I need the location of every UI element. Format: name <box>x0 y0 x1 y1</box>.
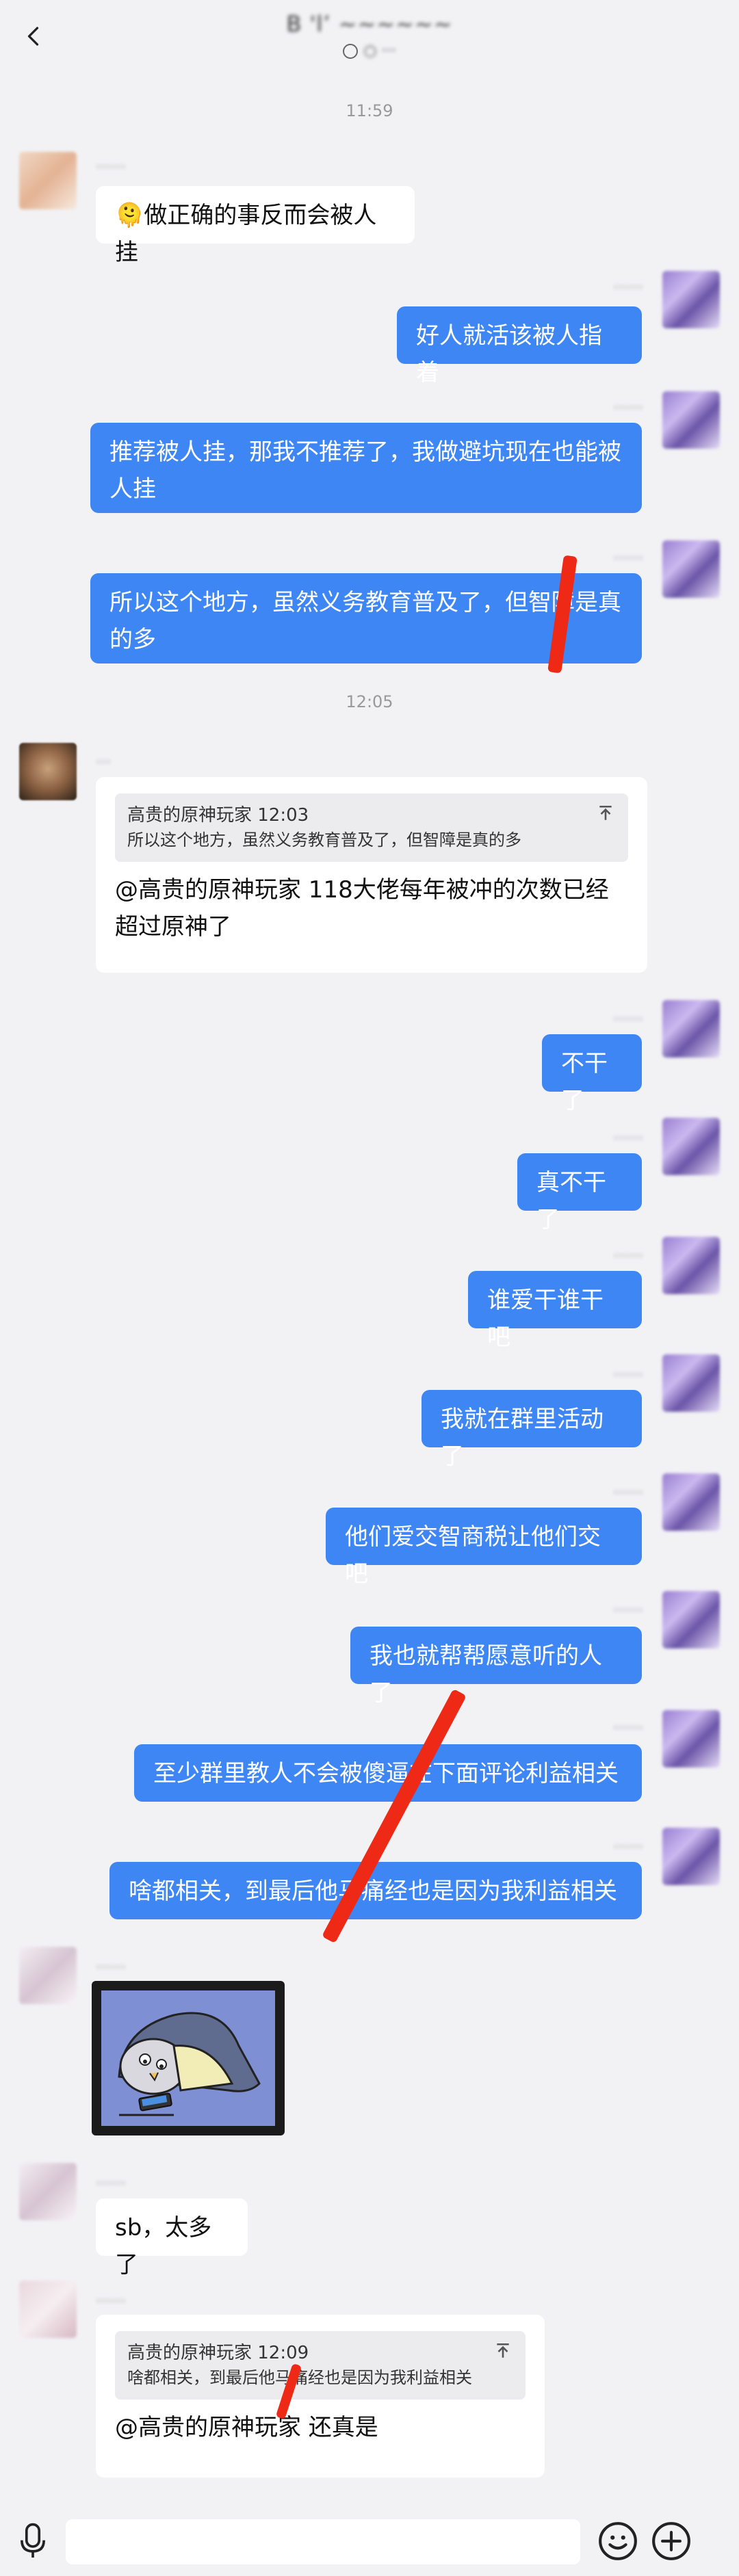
avatar[interactable] <box>662 1237 720 1294</box>
message-bubble[interactable]: 啥都相关，到最后他马痛经也是因为我利益相关 <box>109 1862 642 1919</box>
message-bubble[interactable]: 🫠做正确的事反而会被人挂 <box>96 186 415 266</box>
sender-name: …… <box>613 1363 643 1380</box>
message-text: 至少群里教人不会被傻逼在下面评论利益相关 <box>153 1760 619 1787</box>
message-bubble[interactable]: 我也就帮帮愿意听的人了 <box>350 1627 642 1707</box>
jump-to-quote-icon[interactable] <box>595 803 616 824</box>
message-text: 他们爱交智商税让他们交吧 <box>345 1523 601 1588</box>
sender-name: …… <box>613 1716 643 1733</box>
avatar[interactable] <box>19 743 77 800</box>
sender-name: …… <box>96 155 126 172</box>
quote-body: 所以这个地方，虽然义务教育普及了，但智障是真的多 <box>127 830 521 850</box>
quote-body: 啥都相关，到最后他马痛经也是因为我利益相关 <box>127 2368 472 2387</box>
avatar[interactable] <box>662 1710 720 1767</box>
message-bubble[interactable]: 他们爱交智商税让他们交吧 <box>326 1508 642 1588</box>
chat-header: B 'l’ ~~~~~~ ○ ··· <box>0 0 739 75</box>
sender-name: … <box>96 750 111 767</box>
sender-name: …… <box>613 1598 643 1615</box>
message-text: 推荐被人挂，那我不推荐了，我做避坑现在也能被人挂 <box>109 438 621 503</box>
plus-icon[interactable] <box>650 2520 692 2562</box>
chat-title: B 'l’ ~~~~~~ <box>286 11 453 37</box>
message-text: sb，太多了 <box>115 2214 212 2278</box>
emoji-icon[interactable] <box>597 2520 639 2562</box>
avatar[interactable] <box>19 2281 77 2338</box>
message-bubble[interactable]: 高贵的原神玩家 12:03 所以这个地方，虽然义务教育普及了，但智障是真的多 @… <box>96 777 647 973</box>
message-bubble[interactable]: 谁爱干谁干吧 <box>468 1271 642 1351</box>
sender-name: …… <box>613 1480 643 1497</box>
avatar[interactable] <box>662 1591 720 1648</box>
input-bar <box>0 2508 739 2576</box>
avatar[interactable] <box>662 540 720 598</box>
message-text: @高贵的原神玩家 还真是 <box>115 2414 378 2441</box>
sticker-penguin-drawing <box>101 1990 275 2126</box>
sender-name: …… <box>613 1835 643 1852</box>
quote-header: 高贵的原神玩家 12:09 <box>127 2343 309 2363</box>
message-bubble[interactable]: 我就在群里活动了 <box>422 1390 642 1470</box>
message-bubble[interactable]: 不干了 <box>542 1034 642 1114</box>
message-text: 所以这个地方，虽然义务教育普及了，但智障是真的多 <box>109 589 621 653</box>
message-bubble[interactable]: 高贵的原神玩家 12:09 啥都相关，到最后他马痛经也是因为我利益相关 @高贵的… <box>96 2315 545 2478</box>
message-text: 真不干了 <box>536 1169 606 1233</box>
sender-name: …… <box>613 1007 643 1024</box>
message-bubble[interactable]: 推荐被人挂，那我不推荐了，我做避坑现在也能被人挂 <box>90 423 642 513</box>
avatar[interactable] <box>662 1828 720 1885</box>
sender-name: …… <box>96 1955 126 1972</box>
mic-icon[interactable] <box>14 2521 52 2562</box>
message-text: 啥都相关，到最后他马痛经也是因为我利益相关 <box>129 1878 617 1905</box>
message-input[interactable] <box>66 2519 580 2564</box>
avatar[interactable] <box>662 271 720 328</box>
sender-name: …… <box>613 546 643 563</box>
sender-name: …… <box>613 1126 643 1143</box>
message-bubble[interactable]: sb，太多了 <box>96 2198 248 2278</box>
quote-header: 高贵的原神玩家 12:03 <box>127 805 309 826</box>
message-text: 好人就活该被人指着 <box>416 322 602 386</box>
chat-subtitle: ○ ··· <box>0 42 739 60</box>
avatar[interactable] <box>662 1000 720 1057</box>
timestamp: 11:59 <box>346 101 393 120</box>
message-bubble[interactable]: 好人就活该被人指着 <box>397 306 642 386</box>
avatar[interactable] <box>662 391 720 449</box>
message-text: @高贵的原神玩家 118大佬每年被冲的次数已经超过原神了 <box>115 876 609 941</box>
quoted-message[interactable]: 高贵的原神玩家 12:03 所以这个地方，虽然义务教育普及了，但智障是真的多 <box>115 793 628 862</box>
message-text: 🫠做正确的事反而会被人挂 <box>115 202 377 266</box>
sender-name: …… <box>96 2289 126 2306</box>
timestamp: 12:05 <box>346 692 393 711</box>
message-text: 不干了 <box>561 1050 608 1114</box>
sender-name: …… <box>613 1244 643 1261</box>
message-text: 谁爱干谁干吧 <box>487 1287 604 1351</box>
avatar[interactable] <box>662 1473 720 1531</box>
sticker-image[interactable] <box>92 1981 285 2135</box>
sender-name: …… <box>96 2171 126 2188</box>
quoted-message[interactable]: 高贵的原神玩家 12:09 啥都相关，到最后他马痛经也是因为我利益相关 <box>115 2331 526 2400</box>
avatar[interactable] <box>19 1947 77 2004</box>
message-bubble[interactable]: 至少群里教人不会被傻逼在下面评论利益相关 <box>134 1744 642 1802</box>
jump-to-quote-icon[interactable] <box>493 2341 513 2361</box>
avatar[interactable] <box>662 1354 720 1412</box>
avatar[interactable] <box>19 152 77 209</box>
sender-name: …… <box>613 275 643 292</box>
avatar[interactable] <box>19 2163 77 2220</box>
message-text: 我就在群里活动了 <box>441 1406 604 1470</box>
status-icon <box>343 43 359 59</box>
avatar[interactable] <box>662 1118 720 1175</box>
message-bubble[interactable]: 真不干了 <box>517 1153 642 1233</box>
sender-name: …… <box>613 395 643 412</box>
message-text: 我也就帮帮愿意听的人了 <box>370 1642 602 1707</box>
